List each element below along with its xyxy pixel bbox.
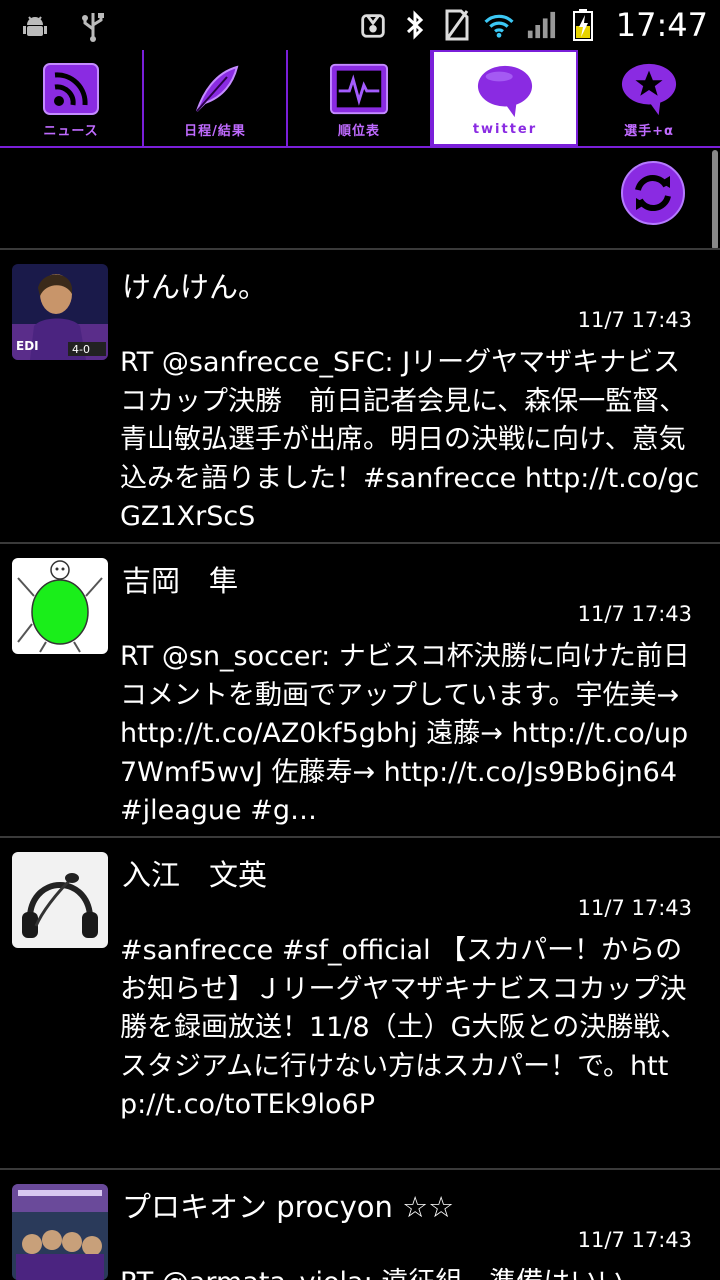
tweet-item[interactable]: プロキオン procyon ☆☆ 11/7 17:43 RT @armata_v… (0, 1170, 720, 1280)
speech-bubble-icon (476, 64, 534, 118)
timestamp: 11/7 17:43 (577, 602, 692, 626)
tweet-text: RT @sn_soccer: ナビスコ杯決勝に向けた前日コメントを動画でアップし… (120, 641, 690, 826)
tab-label: twitter (472, 122, 538, 137)
avatar[interactable] (12, 558, 108, 654)
signal-icon (526, 8, 556, 42)
tweet-text: RT @sanfrecce_SFC: Jリーグヤマザキナビスコカップ決勝 前日記… (120, 347, 700, 532)
usb-icon (78, 10, 108, 44)
toolbar (0, 148, 720, 248)
status-bar: 17:47 (0, 0, 720, 50)
no-sim-icon (442, 8, 472, 42)
tab-label: 選手+α (624, 124, 674, 139)
tweet-text: RT @armata_viola: 遠征組、準備はいい (120, 1264, 704, 1280)
tweet-text: #sanfrecce #sf_official 【スカパー！からのお知らせ】Ｊリ… (120, 935, 688, 1120)
nfc-icon (358, 8, 388, 42)
avatar[interactable]: EDI 4-0 (12, 264, 108, 360)
timestamp: 11/7 17:43 (577, 308, 692, 332)
bluetooth-icon (400, 8, 430, 42)
user-name: プロキオン procyon ☆☆ (122, 1190, 455, 1224)
pulse-icon (330, 62, 388, 116)
timestamp: 11/7 17:43 (577, 1228, 692, 1252)
rss-icon (42, 62, 100, 116)
refresh-icon (621, 161, 685, 225)
user-name: 入江 文英 (122, 858, 268, 892)
svg-text:EDI: EDI (16, 339, 39, 353)
android-debug-icon (20, 10, 50, 44)
score-overlay: 4-0 (72, 343, 90, 356)
user-name: けんけん。 (122, 270, 268, 304)
feather-icon (186, 62, 244, 116)
wifi-icon (484, 8, 514, 42)
tweet-item[interactable]: 吉岡 隼 11/7 17:43 RT @sn_soccer: ナビスコ杯決勝に向… (0, 544, 720, 836)
avatar[interactable] (12, 852, 108, 948)
user-name: 吉岡 隼 (122, 564, 239, 598)
tab-label: ニュース (43, 124, 99, 139)
tab-label: 順位表 (337, 124, 380, 139)
avatar[interactable] (12, 1184, 108, 1280)
status-clock: 17:47 (615, 6, 708, 44)
timestamp: 11/7 17:43 (577, 896, 692, 920)
tab-news[interactable]: ニュース (0, 50, 144, 146)
tab-standings[interactable]: 順位表 (288, 50, 432, 146)
tab-bar: ニュース 日程/結果 順位表 twitter 選手+α (0, 50, 720, 146)
tab-players[interactable]: 選手+α (578, 50, 720, 146)
star-bubble-icon (620, 62, 678, 116)
refresh-button[interactable] (620, 160, 686, 226)
battery-charging-icon (568, 8, 598, 42)
tab-label: 日程/結果 (184, 124, 246, 139)
tab-twitter[interactable]: twitter (432, 50, 578, 146)
scrollbar[interactable] (712, 150, 718, 250)
tweet-item[interactable]: EDI 4-0 けんけん。 11/7 17:43 RT @sanfrecce_S… (0, 250, 720, 542)
tweet-item[interactable]: 入江 文英 11/7 17:43 #sanfrecce #sf_official… (0, 838, 720, 1168)
tab-schedule[interactable]: 日程/結果 (144, 50, 288, 146)
